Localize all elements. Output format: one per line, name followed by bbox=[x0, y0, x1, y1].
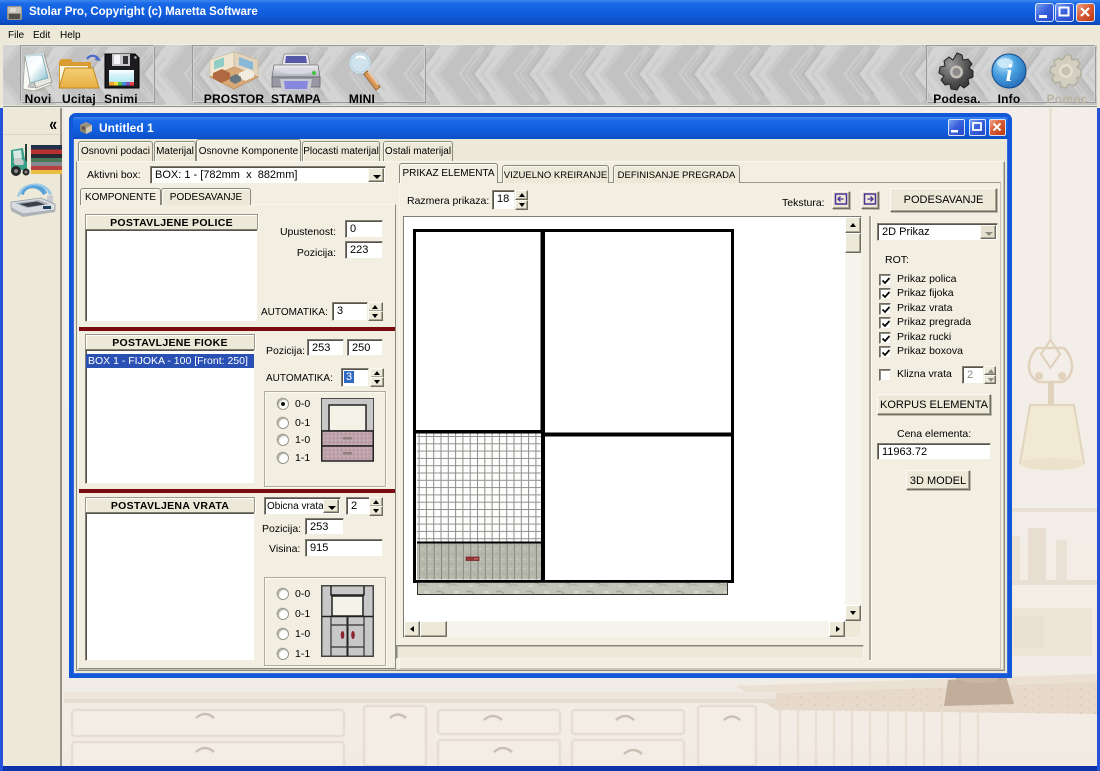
svg-text:i: i bbox=[1006, 61, 1013, 87]
